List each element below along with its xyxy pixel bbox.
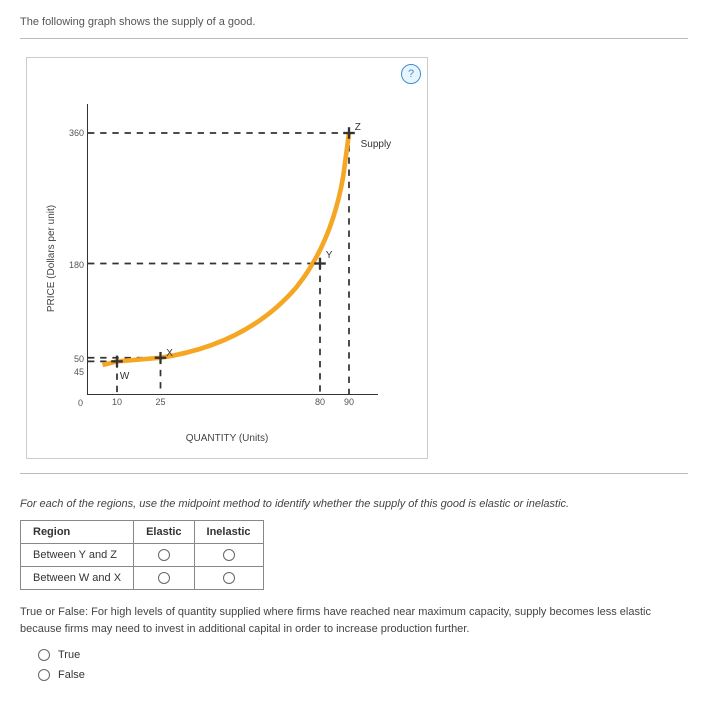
tf-false-label: False <box>58 669 85 681</box>
x-tick-10: 10 <box>112 394 122 407</box>
col-inelastic: Inelastic <box>194 521 263 544</box>
radio-false-icon <box>38 669 50 681</box>
help-icon[interactable]: ? <box>401 64 421 84</box>
x-tick-80: 80 <box>315 394 325 407</box>
radio-yz-inelastic[interactable] <box>223 549 235 561</box>
intro-text: The following graph shows the supply of … <box>20 16 688 28</box>
radio-true-icon <box>38 649 50 661</box>
y-tick-180: 180 <box>69 260 88 270</box>
tf-option-false[interactable]: False <box>38 669 688 681</box>
radio-wx-inelastic[interactable] <box>223 572 235 584</box>
radio-wx-elastic[interactable] <box>158 572 170 584</box>
question-2-prompt: For each of the regions, use the midpoin… <box>20 498 688 510</box>
x-axis-label: QUANTITY (Units) <box>27 433 427 444</box>
point-z-label: Z <box>355 122 361 133</box>
origin-label: 0 <box>78 398 83 408</box>
supply-label: Supply <box>361 139 392 150</box>
elasticity-table: Region Elastic Inelastic Between Y and Z… <box>20 520 264 590</box>
tf-true-label: True <box>58 649 80 661</box>
table-header-row: Region Elastic Inelastic <box>21 521 264 544</box>
divider-2 <box>20 473 688 474</box>
x-tick-90: 90 <box>344 394 354 407</box>
col-region: Region <box>21 521 134 544</box>
chart-svg <box>88 104 378 394</box>
supply-curve <box>103 133 350 365</box>
y-tick-360: 360 <box>69 128 88 138</box>
col-elastic: Elastic <box>134 521 194 544</box>
point-y-label: Y <box>326 250 333 261</box>
y-axis-label: PRICE (Dollars per unit) <box>45 58 59 458</box>
table-row: Between Y and Z <box>21 544 264 567</box>
tf-option-true[interactable]: True <box>38 649 688 661</box>
region-cell: Between W and X <box>21 567 134 590</box>
point-w-label: W <box>120 371 129 382</box>
plot-area: 360 180 50 45 10 25 80 90 0 <box>87 104 378 395</box>
y-tick-50: 50 <box>74 354 88 364</box>
table-row: Between W and X <box>21 567 264 590</box>
x-tick-25: 25 <box>155 394 165 407</box>
chart-card: ? PRICE (Dollars per unit) 360 180 50 45… <box>26 57 428 459</box>
radio-yz-elastic[interactable] <box>158 549 170 561</box>
point-x-label: X <box>166 348 173 359</box>
region-cell: Between Y and Z <box>21 544 134 567</box>
divider <box>20 38 688 39</box>
true-false-prompt: True or False: For high levels of quanti… <box>20 604 688 637</box>
y-tick-45: 45 <box>74 367 88 377</box>
true-false-options: True False <box>38 649 688 681</box>
